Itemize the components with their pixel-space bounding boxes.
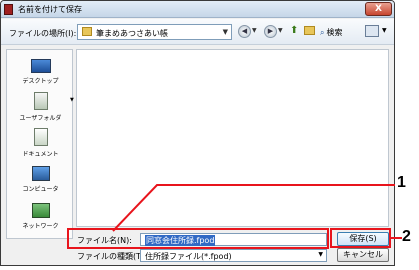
callout-number-1: 1	[397, 174, 406, 191]
dialog-title: 名前を付けて保存	[18, 5, 82, 14]
up-folder-icon[interactable]: ⬆	[290, 25, 298, 36]
lookin-label: ファイルの場所(I):	[9, 29, 77, 38]
close-button[interactable]: X	[365, 2, 392, 16]
chevron-down-icon[interactable]: ▼	[318, 251, 323, 258]
callout-number-2: 2	[402, 228, 411, 245]
place-desktop[interactable]: デスクトップ	[7, 59, 74, 85]
place-documents[interactable]: ドキュメント	[7, 128, 74, 158]
views-dropdown-icon[interactable]: ▼	[382, 27, 387, 34]
place-user-folder[interactable]: ユーザフォルダ	[7, 92, 74, 122]
app-icon	[4, 4, 13, 15]
views-icon[interactable]	[365, 25, 379, 37]
new-folder-icon[interactable]	[304, 26, 315, 35]
title-bar: 名前を付けて保存 X	[1, 1, 394, 18]
filename-highlight-box	[67, 228, 329, 249]
folder-icon	[82, 27, 92, 36]
place-network[interactable]: ネットワーク	[7, 203, 74, 230]
documents-icon	[33, 128, 48, 146]
user-folder-icon	[33, 92, 48, 110]
place-label: コンピュータ	[22, 186, 59, 193]
filetype-value: 住所録ファイル(*.fpod)	[145, 252, 232, 261]
place-label: ユーザフォルダ	[19, 115, 62, 122]
forward-dropdown-icon[interactable]: ▼	[278, 27, 283, 34]
place-label: ドキュメント	[22, 151, 59, 158]
back-dropdown-icon[interactable]: ▼	[252, 27, 257, 34]
search-button[interactable]: ⌕ 検索	[320, 27, 342, 38]
save-highlight-box	[330, 228, 391, 248]
search-label: 検索	[326, 28, 343, 37]
cancel-button[interactable]: キャンセル	[337, 248, 389, 262]
expand-arrow-icon[interactable]: ▼	[70, 97, 74, 103]
place-computer[interactable]: コンピュータ	[7, 166, 74, 193]
lookin-combo[interactable]: 筆まめあつさあい帳 ▼	[77, 24, 232, 40]
places-bar: デスクトップ ユーザフォルダ ドキュメント コンピュータ ネットワーク ▼	[6, 49, 74, 239]
navigation-bar: ファイルの場所(I): 筆まめあつさあい帳 ▼ ◀ ▼ ▶ ▼ ⬆ ⌕ 検索 ▼	[1, 19, 394, 45]
computer-icon	[31, 166, 50, 181]
lookin-value: 筆まめあつさあい帳	[96, 29, 168, 38]
chevron-down-icon[interactable]: ▼	[223, 28, 228, 36]
filetype-label: ファイルの種類(T):	[77, 252, 147, 261]
file-list[interactable]	[76, 49, 389, 227]
back-arrow-icon[interactable]: ◀	[238, 25, 251, 38]
save-as-dialog: 名前を付けて保存 X ファイルの場所(I): 筆まめあつさあい帳 ▼ ◀ ▼ ▶…	[0, 0, 395, 266]
network-icon	[31, 203, 50, 218]
place-label: デスクトップ	[22, 78, 59, 85]
forward-arrow-icon[interactable]: ▶	[264, 25, 277, 38]
desktop-icon	[30, 59, 51, 73]
place-label: ネットワーク	[22, 223, 59, 230]
filetype-row: ファイルの種類(T): 住所録ファイル(*.fpod) ▼ キャンセル	[1, 248, 394, 263]
filetype-combo[interactable]: 住所録ファイル(*.fpod) ▼	[140, 249, 327, 262]
search-icon: ⌕	[320, 28, 325, 37]
